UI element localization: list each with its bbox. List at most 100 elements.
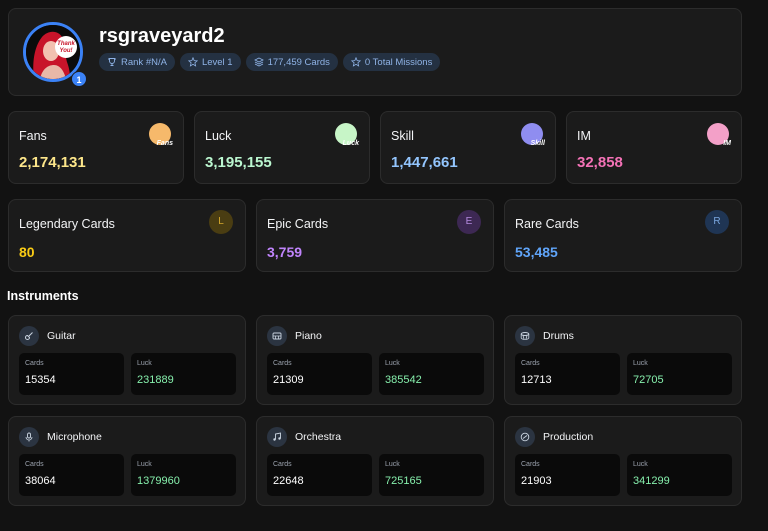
luck-value: 341299 — [633, 475, 670, 487]
cards-label: Cards — [273, 461, 292, 468]
stat-card-skill: Skill 1,447,661 Skill — [380, 111, 556, 184]
instrument-card-production: Production Cards 21903 Luck 341299 — [504, 416, 742, 506]
stat-label: IM — [577, 129, 591, 143]
cards-chip: 177,459 Cards — [245, 53, 338, 71]
instrument-name: Production — [543, 431, 594, 443]
instrument-name: Microphone — [47, 431, 102, 443]
stat-label: Fans — [19, 129, 47, 143]
rare-badge: R — [705, 210, 729, 234]
cards-box: Cards 15354 — [19, 353, 124, 395]
luck-value: 725165 — [385, 475, 422, 487]
stat-card-fans: Fans 2,174,131 Fans — [8, 111, 184, 184]
instrument-card-orchestra: Orchestra Cards 22648 Luck 725165 — [256, 416, 494, 506]
luck-box: Luck 231889 — [131, 353, 236, 395]
stat-value: 1,447,661 — [391, 154, 458, 171]
profile-chips: Rank #N/A Level 1 177,459 Cards 0 Total … — [99, 53, 441, 71]
rarity-value: 3,759 — [267, 244, 303, 260]
instrument-card-microphone: Microphone Cards 38064 Luck 1379960 — [8, 416, 246, 506]
cards-box: Cards 38064 — [19, 454, 124, 496]
legendary-cards-card: Legendary Cards 80 L — [8, 199, 246, 272]
cards-value: 21903 — [521, 475, 552, 487]
instruments-heading: Instruments — [7, 289, 79, 303]
missions-chip: 0 Total Missions — [342, 53, 441, 71]
stat-card-im: IM 32,858 IM — [566, 111, 742, 184]
instrument-name: Guitar — [47, 330, 76, 342]
missions-chip-label: 0 Total Missions — [364, 56, 433, 68]
music-note-icon — [267, 427, 287, 447]
luck-label: Luck — [633, 360, 648, 367]
instrument-name: Drums — [543, 330, 574, 342]
rank-chip: Rank #N/A — [99, 53, 175, 71]
im-icon-text: IM — [723, 140, 731, 147]
luck-box: Luck 341299 — [627, 454, 732, 496]
instrument-card-guitar: Guitar Cards 15354 Luck 231889 — [8, 315, 246, 405]
stat-label: Skill — [391, 129, 414, 143]
rarity-value: 80 — [19, 244, 35, 260]
rank-chip-label: Rank #N/A — [121, 56, 167, 68]
luck-label: Luck — [137, 461, 152, 468]
cards-value: 22648 — [273, 475, 304, 487]
cards-chip-label: 177,459 Cards — [267, 56, 330, 68]
stat-card-luck: Luck 3,195,155 Luck — [194, 111, 370, 184]
luck-value: 1379960 — [137, 475, 180, 487]
cards-box: Cards 12713 — [515, 353, 620, 395]
cards-value: 21309 — [273, 374, 304, 386]
avatar-sign-text-line1: Thank — [57, 41, 75, 47]
epic-cards-card: Epic Cards 3,759 E — [256, 199, 494, 272]
avatar-sign-text-line2: You! — [59, 48, 72, 54]
rarity-label: Rare Cards — [515, 217, 579, 231]
legendary-badge: L — [209, 210, 233, 234]
layers-icon — [253, 57, 264, 67]
microphone-icon — [19, 427, 39, 447]
luck-value: 385542 — [385, 374, 422, 386]
luck-value: 72705 — [633, 374, 664, 386]
trophy-icon — [108, 58, 116, 66]
luck-label: Luck — [137, 360, 152, 367]
cards-label: Cards — [521, 360, 540, 367]
level-chip: Level 1 — [179, 53, 241, 71]
epic-badge: E — [457, 210, 481, 234]
cards-value: 15354 — [25, 374, 56, 386]
guitar-icon — [19, 326, 39, 346]
stat-label: Luck — [205, 129, 232, 143]
star-icon — [350, 57, 361, 67]
luck-box: Luck 72705 — [627, 353, 732, 395]
luck-box: Luck 385542 — [379, 353, 484, 395]
stat-value: 3,195,155 — [205, 154, 272, 171]
luck-icon-text: Luck — [342, 140, 359, 147]
luck-label: Luck — [385, 360, 400, 367]
cards-value: 12713 — [521, 374, 552, 386]
instrument-name: Piano — [295, 330, 322, 342]
cards-label: Cards — [25, 461, 44, 468]
instrument-card-drums: Drums Cards 12713 Luck 72705 — [504, 315, 742, 405]
fans-icon-text: Fans — [156, 140, 173, 147]
cards-box: Cards 21309 — [267, 353, 372, 395]
rarity-label: Epic Cards — [267, 217, 329, 231]
star-icon — [187, 57, 198, 67]
level-badge: 1 — [71, 71, 87, 87]
skill-icon-text: Skill — [530, 140, 545, 147]
disc-icon — [515, 427, 535, 447]
cards-value: 38064 — [25, 475, 56, 487]
cards-label: Cards — [273, 360, 292, 367]
stat-value: 32,858 — [577, 154, 623, 171]
rarity-label: Legendary Cards — [19, 217, 115, 231]
instrument-card-piano: Piano Cards 21309 Luck 385542 — [256, 315, 494, 405]
luck-box: Luck 1379960 — [131, 454, 236, 496]
luck-label: Luck — [633, 461, 648, 468]
luck-value: 231889 — [137, 374, 174, 386]
luck-box: Luck 725165 — [379, 454, 484, 496]
instrument-name: Orchestra — [295, 431, 342, 443]
rarity-value: 53,485 — [515, 244, 558, 260]
username: rsgraveyard2 — [99, 25, 225, 47]
cards-box: Cards 22648 — [267, 454, 372, 496]
rare-cards-card: Rare Cards 53,485 R — [504, 199, 742, 272]
stat-value: 2,174,131 — [19, 154, 86, 171]
cards-box: Cards 21903 — [515, 454, 620, 496]
drum-icon — [515, 326, 535, 346]
piano-icon — [267, 326, 287, 346]
cards-label: Cards — [25, 360, 44, 367]
profile-header: Thank You! 1 rsgraveyard2 Rank #N/A Leve… — [8, 8, 742, 96]
cards-label: Cards — [521, 461, 540, 468]
luck-label: Luck — [385, 461, 400, 468]
